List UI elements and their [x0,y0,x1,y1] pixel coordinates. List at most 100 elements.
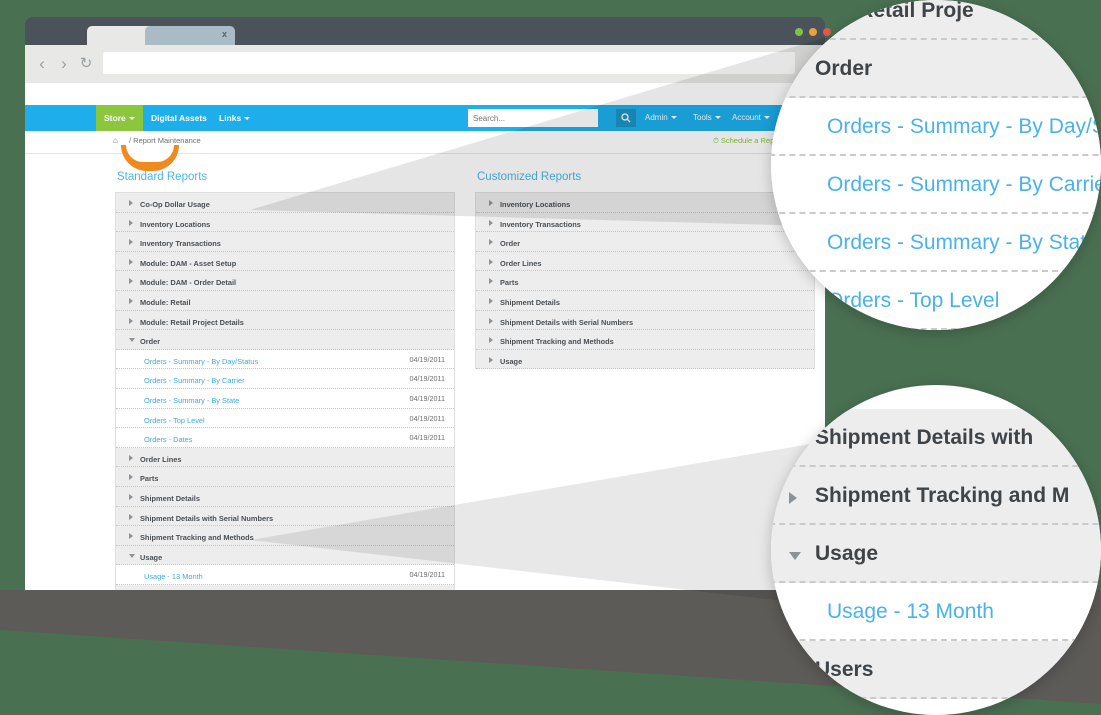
report-group-row[interactable]: Shipment Details with Serial Numbers [116,506,454,527]
report-group-row[interactable]: Co-Op Dollar Usage [116,193,454,213]
report-child-row[interactable]: Orders - Summary - By Day/Status 04/19/20… [116,349,454,370]
nav-item-account[interactable]: Account [732,109,770,127]
report-group-row[interactable]: Order Lines [116,447,454,468]
brand-logo [121,145,179,171]
report-group-row[interactable]: Module: Retail Project Details [116,310,454,331]
breadcrumb-current-label: Report Maintenance [133,136,201,145]
report-group-row[interactable]: Shipment Tracking and Methods [116,526,454,546]
report-group-row[interactable]: Order [116,330,454,350]
magnified-child-row[interactable]: Orders - Summary - By Carrier [771,156,1101,214]
magnified-group-row[interactable]: Shipment Tracking and M [771,467,1101,525]
chevron-right-icon [489,356,493,363]
chevron-down-icon [670,116,677,120]
nav-item-tools-label: Tools [693,113,712,122]
magnified-group-row[interactable]: Shipment Details with [771,409,1101,467]
report-group-row[interactable]: Module: DAM - Asset Setup [116,251,454,272]
report-group-row[interactable]: Module: Retail [116,290,454,311]
report-group-row[interactable]: Inventory Locations [476,193,814,213]
chevron-right-icon [129,493,133,500]
chevron-right-icon [129,278,133,285]
magnified-child-label[interactable]: Orders - Summary - By Carrier [827,173,1101,196]
search-button[interactable] [616,109,636,127]
chevron-right-icon [129,239,133,246]
nav-item-store[interactable]: Store [96,105,143,131]
back-icon[interactable]: ‹ [33,55,51,73]
report-group-label: Co-Op Dollar Usage [140,200,210,209]
report-child-label[interactable]: Orders - Summary - By Carrier [144,376,245,385]
report-group-label: Shipment Tracking and Methods [500,337,614,347]
report-group-row[interactable]: Shipment Details [116,486,454,507]
report-group-label: Module: DAM - Order Detail [140,278,237,288]
report-group-label: Usage [140,552,163,562]
report-group-row[interactable]: Inventory Transactions [116,232,454,252]
magnified-child-label[interactable]: Orders - Summary - By Day/Status [827,115,1101,138]
magnified-child-label[interactable]: Orders - Summary - By State [827,231,1098,254]
magnified-child-row[interactable]: Orders - Top Level [771,272,1101,330]
magnified-group-label: Usage [815,542,879,565]
nav-item-digital-assets[interactable]: Digital Assets [143,105,215,131]
report-child-row[interactable]: Orders - Summary - By Carrier 04/19/2011 [116,369,454,389]
report-group-label: Shipment Details [140,493,200,503]
report-child-row[interactable]: Orders - Summary - By State 04/19/2011 [116,388,454,409]
address-bar[interactable] [103,52,795,74]
forward-icon[interactable]: › [55,55,73,73]
magnified-group-row[interactable]: ule: Retail Proje [771,0,1101,40]
report-group-row[interactable]: Order [476,232,814,252]
magnifier-lens-usage: Shipment Details with Shipment Tracking a… [771,385,1101,715]
nav-item-admin[interactable]: Admin [645,109,677,127]
report-group-row[interactable]: Order Lines [476,251,814,272]
report-group-row[interactable]: Usage [476,349,814,370]
search-input[interactable] [468,109,598,127]
customized-reports-column: Customized Reports Inventory Locations In… [475,171,815,370]
magnified-child-label[interactable]: Usage - 13 Month [827,600,994,623]
report-group-row[interactable]: Shipment Details [476,290,814,311]
report-group-row[interactable]: Inventory Locations [116,212,454,233]
home-icon[interactable]: ⌂ [113,136,118,145]
chevron-down-icon [763,116,770,120]
app-navbar: Store Digital Assets Links Admin [25,105,825,131]
browser-titlebar: x x [25,17,831,49]
report-group-row[interactable]: Shipment Details with Serial Numbers [476,310,814,331]
magnified-child-row[interactable]: Orders - Summary - By State [771,214,1101,272]
chevron-right-icon [129,454,133,461]
magnified-child-row[interactable]: Orders - Summary - By Day/Status [771,98,1101,156]
tab-close-icon[interactable]: x [222,30,227,39]
chevron-right-icon [489,239,493,246]
chevron-right-icon [129,513,133,520]
report-group-label: Module: Retail Project Details [140,317,244,327]
reload-icon[interactable]: ↻ [77,55,95,73]
report-child-label[interactable]: Orders - Top Level [144,416,205,425]
report-child-label[interactable]: Orders - Summary - By Day/Status [144,357,258,366]
standard-reports-title: Standard Reports [117,171,208,183]
magnified-group-row[interactable]: Usage [771,525,1101,583]
report-group-row[interactable]: Parts [476,271,814,291]
magnified-group-row[interactable]: Order [771,40,1101,98]
magnified-child-label[interactable]: Orders - Top Level [827,289,999,312]
report-group-label: Order Lines [500,258,542,268]
nav-item-links[interactable]: Links [211,105,258,131]
magnified-group-row[interactable]: Users [771,641,1101,699]
magnified-child-row[interactable]: Usage - 13 Month [771,583,1101,641]
report-group-row[interactable]: Inventory Transactions [476,212,814,233]
customized-reports-title: Customized Reports [477,171,582,183]
report-child-label[interactable]: Orders - Dates [144,435,192,444]
magnified-group-label: Shipment Tracking and M [815,484,1070,507]
nav-item-links-label: Links [219,113,242,123]
report-child-row[interactable]: Orders - Dates 04/19/2011 [116,428,454,448]
chevron-right-icon [489,337,493,344]
report-group-row[interactable]: Shipment Tracking and Methods [476,330,814,350]
nav-item-tools[interactable]: Tools [693,109,721,127]
search-icon [621,113,631,123]
chevron-down-icon [789,67,801,75]
report-child-row[interactable]: Orders - Top Level 04/19/2011 [116,408,454,429]
report-child-label[interactable]: Orders - Summary - By State [144,396,239,405]
report-group-label: Order Lines [140,454,182,464]
chevron-right-icon [789,7,797,19]
chevron-right-icon [129,200,133,206]
report-child-date: 04/19/2011 [409,354,445,364]
report-group-row[interactable]: Usage [116,545,454,566]
report-group-row[interactable]: Parts [116,467,454,487]
report-group-label: Parts [140,474,159,484]
chevron-right-icon [129,258,133,265]
report-group-row[interactable]: Module: DAM - Order Detail [116,271,454,291]
